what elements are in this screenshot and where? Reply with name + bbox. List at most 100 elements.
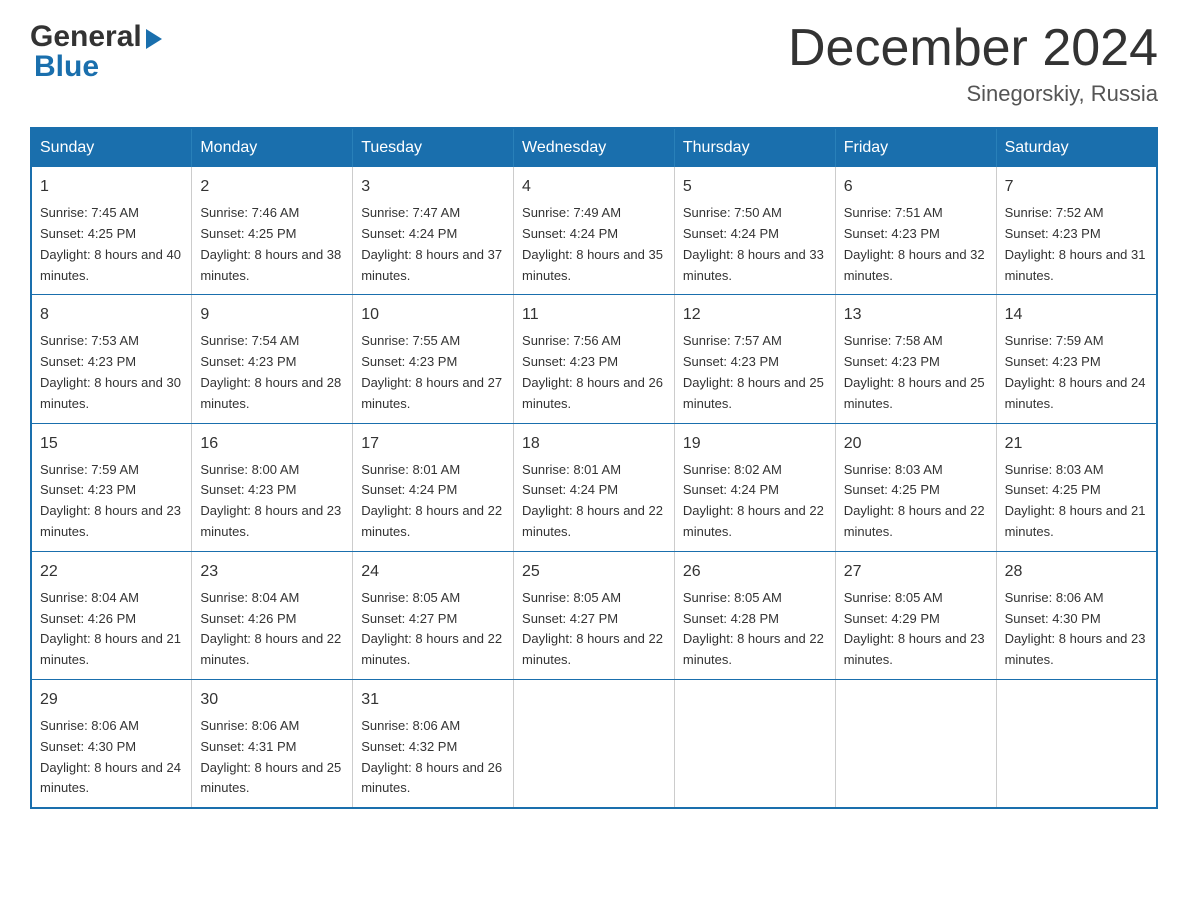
day-info: Sunrise: 7:52 AMSunset: 4:23 PMDaylight:… [1005,205,1146,282]
day-info: Sunrise: 7:47 AMSunset: 4:24 PMDaylight:… [361,205,502,282]
day-info: Sunrise: 8:06 AMSunset: 4:31 PMDaylight:… [200,718,341,795]
calendar-cell: 13 Sunrise: 7:58 AMSunset: 4:23 PMDaylig… [835,295,996,423]
calendar-cell: 7 Sunrise: 7:52 AMSunset: 4:23 PMDayligh… [996,167,1157,295]
day-number: 26 [683,560,827,584]
calendar-table: SundayMondayTuesdayWednesdayThursdayFrid… [30,127,1158,809]
day-info: Sunrise: 8:03 AMSunset: 4:25 PMDaylight:… [844,462,985,539]
day-info: Sunrise: 7:45 AMSunset: 4:25 PMDaylight:… [40,205,181,282]
calendar-cell: 5 Sunrise: 7:50 AMSunset: 4:24 PMDayligh… [674,167,835,295]
day-info: Sunrise: 8:05 AMSunset: 4:27 PMDaylight:… [522,590,663,667]
calendar-cell: 20 Sunrise: 8:03 AMSunset: 4:25 PMDaylig… [835,423,996,551]
day-number: 27 [844,560,988,584]
day-number: 24 [361,560,505,584]
day-number: 15 [40,432,183,456]
calendar-cell: 31 Sunrise: 8:06 AMSunset: 4:32 PMDaylig… [353,679,514,808]
logo-triangle-icon [146,29,162,49]
day-info: Sunrise: 8:06 AMSunset: 4:30 PMDaylight:… [40,718,181,795]
day-number: 2 [200,175,344,199]
day-info: Sunrise: 7:58 AMSunset: 4:23 PMDaylight:… [844,333,985,410]
calendar-cell: 29 Sunrise: 8:06 AMSunset: 4:30 PMDaylig… [31,679,192,808]
calendar-cell: 21 Sunrise: 8:03 AMSunset: 4:25 PMDaylig… [996,423,1157,551]
calendar-cell: 12 Sunrise: 7:57 AMSunset: 4:23 PMDaylig… [674,295,835,423]
day-info: Sunrise: 8:00 AMSunset: 4:23 PMDaylight:… [200,462,341,539]
calendar-cell: 17 Sunrise: 8:01 AMSunset: 4:24 PMDaylig… [353,423,514,551]
day-info: Sunrise: 7:57 AMSunset: 4:23 PMDaylight:… [683,333,824,410]
day-info: Sunrise: 8:02 AMSunset: 4:24 PMDaylight:… [683,462,824,539]
day-number: 19 [683,432,827,456]
day-number: 31 [361,688,505,712]
day-info: Sunrise: 8:01 AMSunset: 4:24 PMDaylight:… [361,462,502,539]
calendar-cell: 18 Sunrise: 8:01 AMSunset: 4:24 PMDaylig… [514,423,675,551]
page-header: General Blue December 2024 Sinegorskiy, … [30,20,1158,107]
day-info: Sunrise: 7:51 AMSunset: 4:23 PMDaylight:… [844,205,985,282]
day-info: Sunrise: 8:04 AMSunset: 4:26 PMDaylight:… [40,590,181,667]
calendar-cell: 3 Sunrise: 7:47 AMSunset: 4:24 PMDayligh… [353,167,514,295]
day-info: Sunrise: 8:05 AMSunset: 4:27 PMDaylight:… [361,590,502,667]
calendar-cell: 4 Sunrise: 7:49 AMSunset: 4:24 PMDayligh… [514,167,675,295]
day-info: Sunrise: 7:54 AMSunset: 4:23 PMDaylight:… [200,333,341,410]
day-info: Sunrise: 7:56 AMSunset: 4:23 PMDaylight:… [522,333,663,410]
day-number: 4 [522,175,666,199]
logo-general-text: General [30,20,142,54]
calendar-cell: 28 Sunrise: 8:06 AMSunset: 4:30 PMDaylig… [996,551,1157,679]
calendar-cell: 1 Sunrise: 7:45 AMSunset: 4:25 PMDayligh… [31,167,192,295]
calendar-cell: 8 Sunrise: 7:53 AMSunset: 4:23 PMDayligh… [31,295,192,423]
calendar-day-header: Sunday [31,128,192,167]
title-section: December 2024 Sinegorskiy, Russia [788,20,1158,107]
calendar-header-row: SundayMondayTuesdayWednesdayThursdayFrid… [31,128,1157,167]
calendar-cell [996,679,1157,808]
calendar-cell: 27 Sunrise: 8:05 AMSunset: 4:29 PMDaylig… [835,551,996,679]
day-number: 8 [40,303,183,327]
day-info: Sunrise: 8:05 AMSunset: 4:29 PMDaylight:… [844,590,985,667]
calendar-day-header: Wednesday [514,128,675,167]
calendar-week-row: 29 Sunrise: 8:06 AMSunset: 4:30 PMDaylig… [31,679,1157,808]
calendar-cell: 10 Sunrise: 7:55 AMSunset: 4:23 PMDaylig… [353,295,514,423]
day-info: Sunrise: 8:06 AMSunset: 4:32 PMDaylight:… [361,718,502,795]
calendar-cell [674,679,835,808]
calendar-day-header: Monday [192,128,353,167]
day-number: 11 [522,303,666,327]
day-number: 6 [844,175,988,199]
day-number: 9 [200,303,344,327]
calendar-cell: 30 Sunrise: 8:06 AMSunset: 4:31 PMDaylig… [192,679,353,808]
day-number: 13 [844,303,988,327]
logo: General Blue [30,20,162,84]
calendar-cell [514,679,675,808]
day-number: 14 [1005,303,1148,327]
calendar-cell: 16 Sunrise: 8:00 AMSunset: 4:23 PMDaylig… [192,423,353,551]
calendar-cell: 23 Sunrise: 8:04 AMSunset: 4:26 PMDaylig… [192,551,353,679]
calendar-week-row: 1 Sunrise: 7:45 AMSunset: 4:25 PMDayligh… [31,167,1157,295]
day-info: Sunrise: 8:03 AMSunset: 4:25 PMDaylight:… [1005,462,1146,539]
calendar-cell: 15 Sunrise: 7:59 AMSunset: 4:23 PMDaylig… [31,423,192,551]
day-info: Sunrise: 7:50 AMSunset: 4:24 PMDaylight:… [683,205,824,282]
day-number: 17 [361,432,505,456]
logo-blue-text: Blue [34,50,99,84]
day-info: Sunrise: 7:59 AMSunset: 4:23 PMDaylight:… [1005,333,1146,410]
calendar-day-header: Tuesday [353,128,514,167]
day-number: 22 [40,560,183,584]
day-info: Sunrise: 7:55 AMSunset: 4:23 PMDaylight:… [361,333,502,410]
calendar-cell: 26 Sunrise: 8:05 AMSunset: 4:28 PMDaylig… [674,551,835,679]
day-number: 28 [1005,560,1148,584]
calendar-cell: 24 Sunrise: 8:05 AMSunset: 4:27 PMDaylig… [353,551,514,679]
calendar-week-row: 15 Sunrise: 7:59 AMSunset: 4:23 PMDaylig… [31,423,1157,551]
calendar-cell: 25 Sunrise: 8:05 AMSunset: 4:27 PMDaylig… [514,551,675,679]
calendar-cell: 11 Sunrise: 7:56 AMSunset: 4:23 PMDaylig… [514,295,675,423]
day-info: Sunrise: 8:06 AMSunset: 4:30 PMDaylight:… [1005,590,1146,667]
calendar-week-row: 22 Sunrise: 8:04 AMSunset: 4:26 PMDaylig… [31,551,1157,679]
day-number: 7 [1005,175,1148,199]
day-number: 23 [200,560,344,584]
location-text: Sinegorskiy, Russia [788,81,1158,107]
calendar-cell: 2 Sunrise: 7:46 AMSunset: 4:25 PMDayligh… [192,167,353,295]
calendar-day-header: Thursday [674,128,835,167]
month-title: December 2024 [788,20,1158,77]
day-number: 21 [1005,432,1148,456]
calendar-cell: 6 Sunrise: 7:51 AMSunset: 4:23 PMDayligh… [835,167,996,295]
calendar-day-header: Saturday [996,128,1157,167]
calendar-cell [835,679,996,808]
calendar-cell: 19 Sunrise: 8:02 AMSunset: 4:24 PMDaylig… [674,423,835,551]
calendar-cell: 14 Sunrise: 7:59 AMSunset: 4:23 PMDaylig… [996,295,1157,423]
day-number: 18 [522,432,666,456]
day-info: Sunrise: 7:53 AMSunset: 4:23 PMDaylight:… [40,333,181,410]
calendar-cell: 22 Sunrise: 8:04 AMSunset: 4:26 PMDaylig… [31,551,192,679]
